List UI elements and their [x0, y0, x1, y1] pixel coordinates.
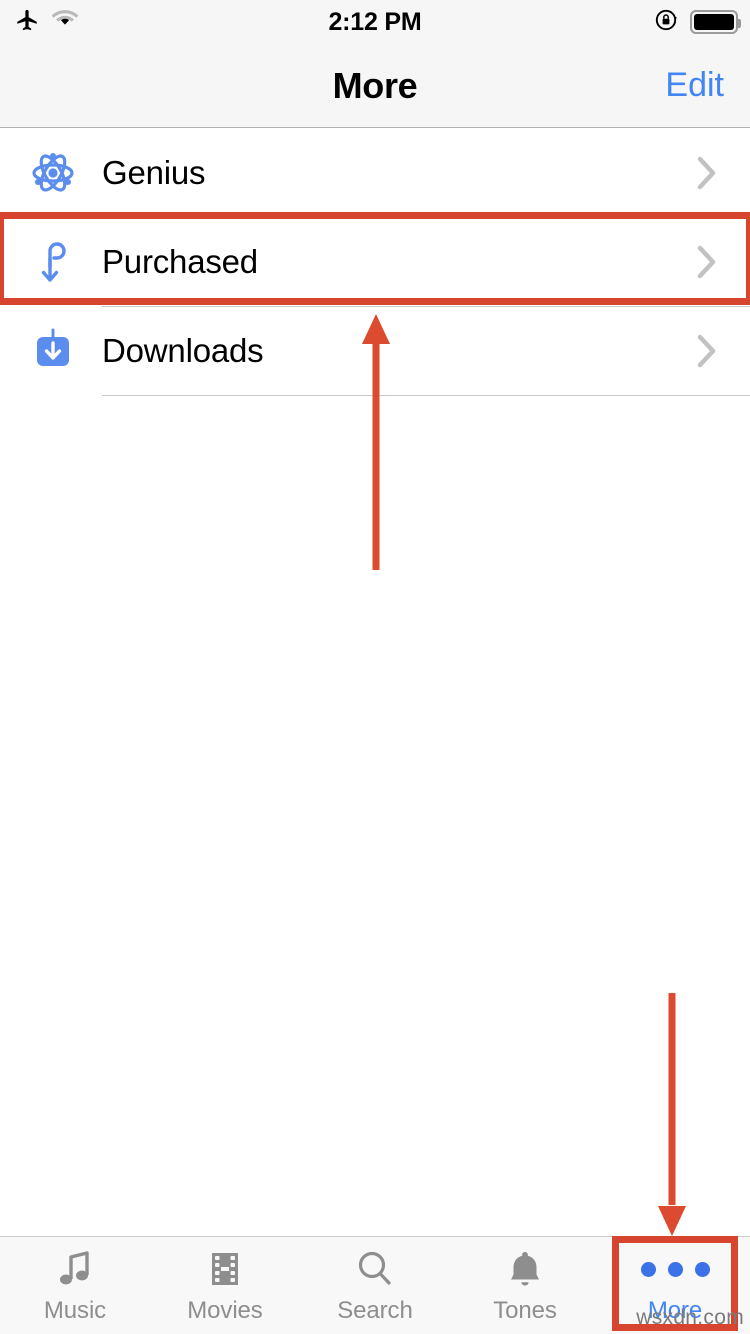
- tab-more[interactable]: More: [600, 1237, 750, 1334]
- download-box-icon: [22, 326, 84, 376]
- list-item-label: Downloads: [102, 332, 264, 369]
- music-note-icon: [53, 1246, 97, 1292]
- annotation-arrow-down: [658, 993, 686, 1236]
- battery-icon: [690, 10, 741, 34]
- page-title: More: [332, 64, 418, 106]
- list-item-downloads[interactable]: Downloads: [0, 307, 750, 395]
- rotation-lock-icon: [654, 7, 680, 38]
- tab-movies[interactable]: Movies: [150, 1237, 300, 1334]
- purchased-note-icon: [22, 237, 84, 287]
- phone-screen: 2:12 PM More Edit Genius Purchased Downl…: [0, 0, 750, 1334]
- status-bar-center: 2:12 PM: [0, 0, 750, 44]
- list-item-genius[interactable]: Genius: [0, 129, 750, 217]
- status-bar: 2:12 PM: [0, 0, 750, 44]
- tab-music[interactable]: Music: [0, 1237, 150, 1334]
- chevron-right-icon: [696, 155, 718, 191]
- ellipsis-icon: [640, 1246, 710, 1292]
- list-item-label: Purchased: [102, 243, 258, 280]
- more-options-list: Genius Purchased Downloads: [0, 129, 750, 396]
- list-item-purchased[interactable]: Purchased: [0, 218, 750, 306]
- chevron-right-icon: [696, 244, 718, 280]
- tab-tones[interactable]: Tones: [450, 1237, 600, 1334]
- tab-search[interactable]: Search: [300, 1237, 450, 1334]
- navigation-bar: More Edit: [0, 44, 750, 128]
- chevron-right-icon: [696, 333, 718, 369]
- tab-bar: Music Movies Search Tones More: [0, 1236, 750, 1334]
- tab-label: Tones: [493, 1297, 557, 1324]
- list-separator-last: [102, 395, 750, 396]
- tab-label: Music: [43, 1297, 107, 1324]
- edit-button[interactable]: Edit: [665, 44, 724, 127]
- list-item-label: Genius: [102, 154, 206, 191]
- status-bar-time: 2:12 PM: [328, 7, 422, 36]
- bell-icon: [503, 1246, 547, 1292]
- tab-label: Search: [337, 1297, 413, 1324]
- film-strip-icon: [203, 1246, 247, 1292]
- status-bar-right: [654, 0, 741, 44]
- tab-label: Movies: [187, 1297, 263, 1324]
- tab-label: More: [647, 1297, 703, 1324]
- atom-icon: [22, 150, 84, 196]
- magnifier-icon: [353, 1246, 397, 1292]
